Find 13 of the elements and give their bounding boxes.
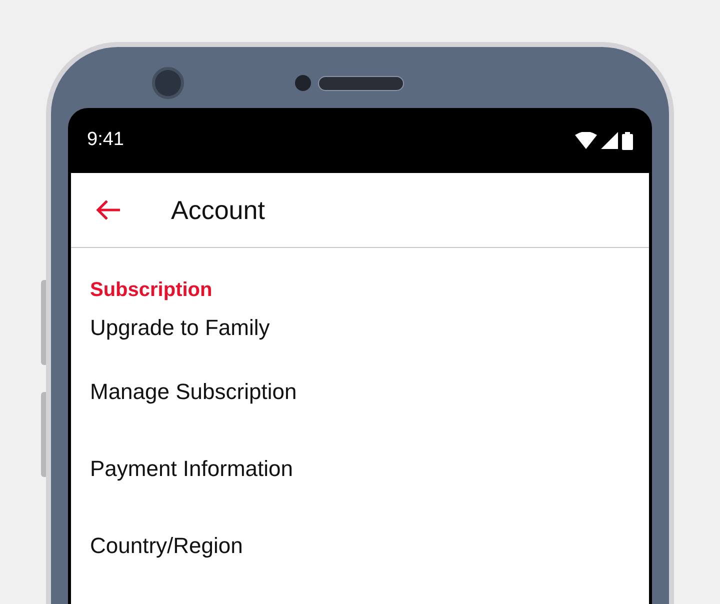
settings-item[interactable]: Country/Region: [90, 507, 630, 584]
back-arrow-icon: [95, 199, 121, 221]
settings-item[interactable]: Upgrade to Family: [90, 301, 630, 353]
camera-icon: [152, 67, 184, 99]
section-header: Subscription: [90, 278, 214, 301]
settings-item[interactable]: Payment Information: [90, 430, 630, 507]
status-time: 9:41: [87, 128, 124, 152]
signal-icon: [601, 132, 618, 149]
screen-title: Account: [171, 194, 265, 226]
battery-icon: [622, 132, 633, 150]
settings-item[interactable]: Manage Subscription: [90, 353, 630, 430]
sensor-icon: [295, 75, 311, 91]
wifi-icon: [575, 132, 597, 149]
